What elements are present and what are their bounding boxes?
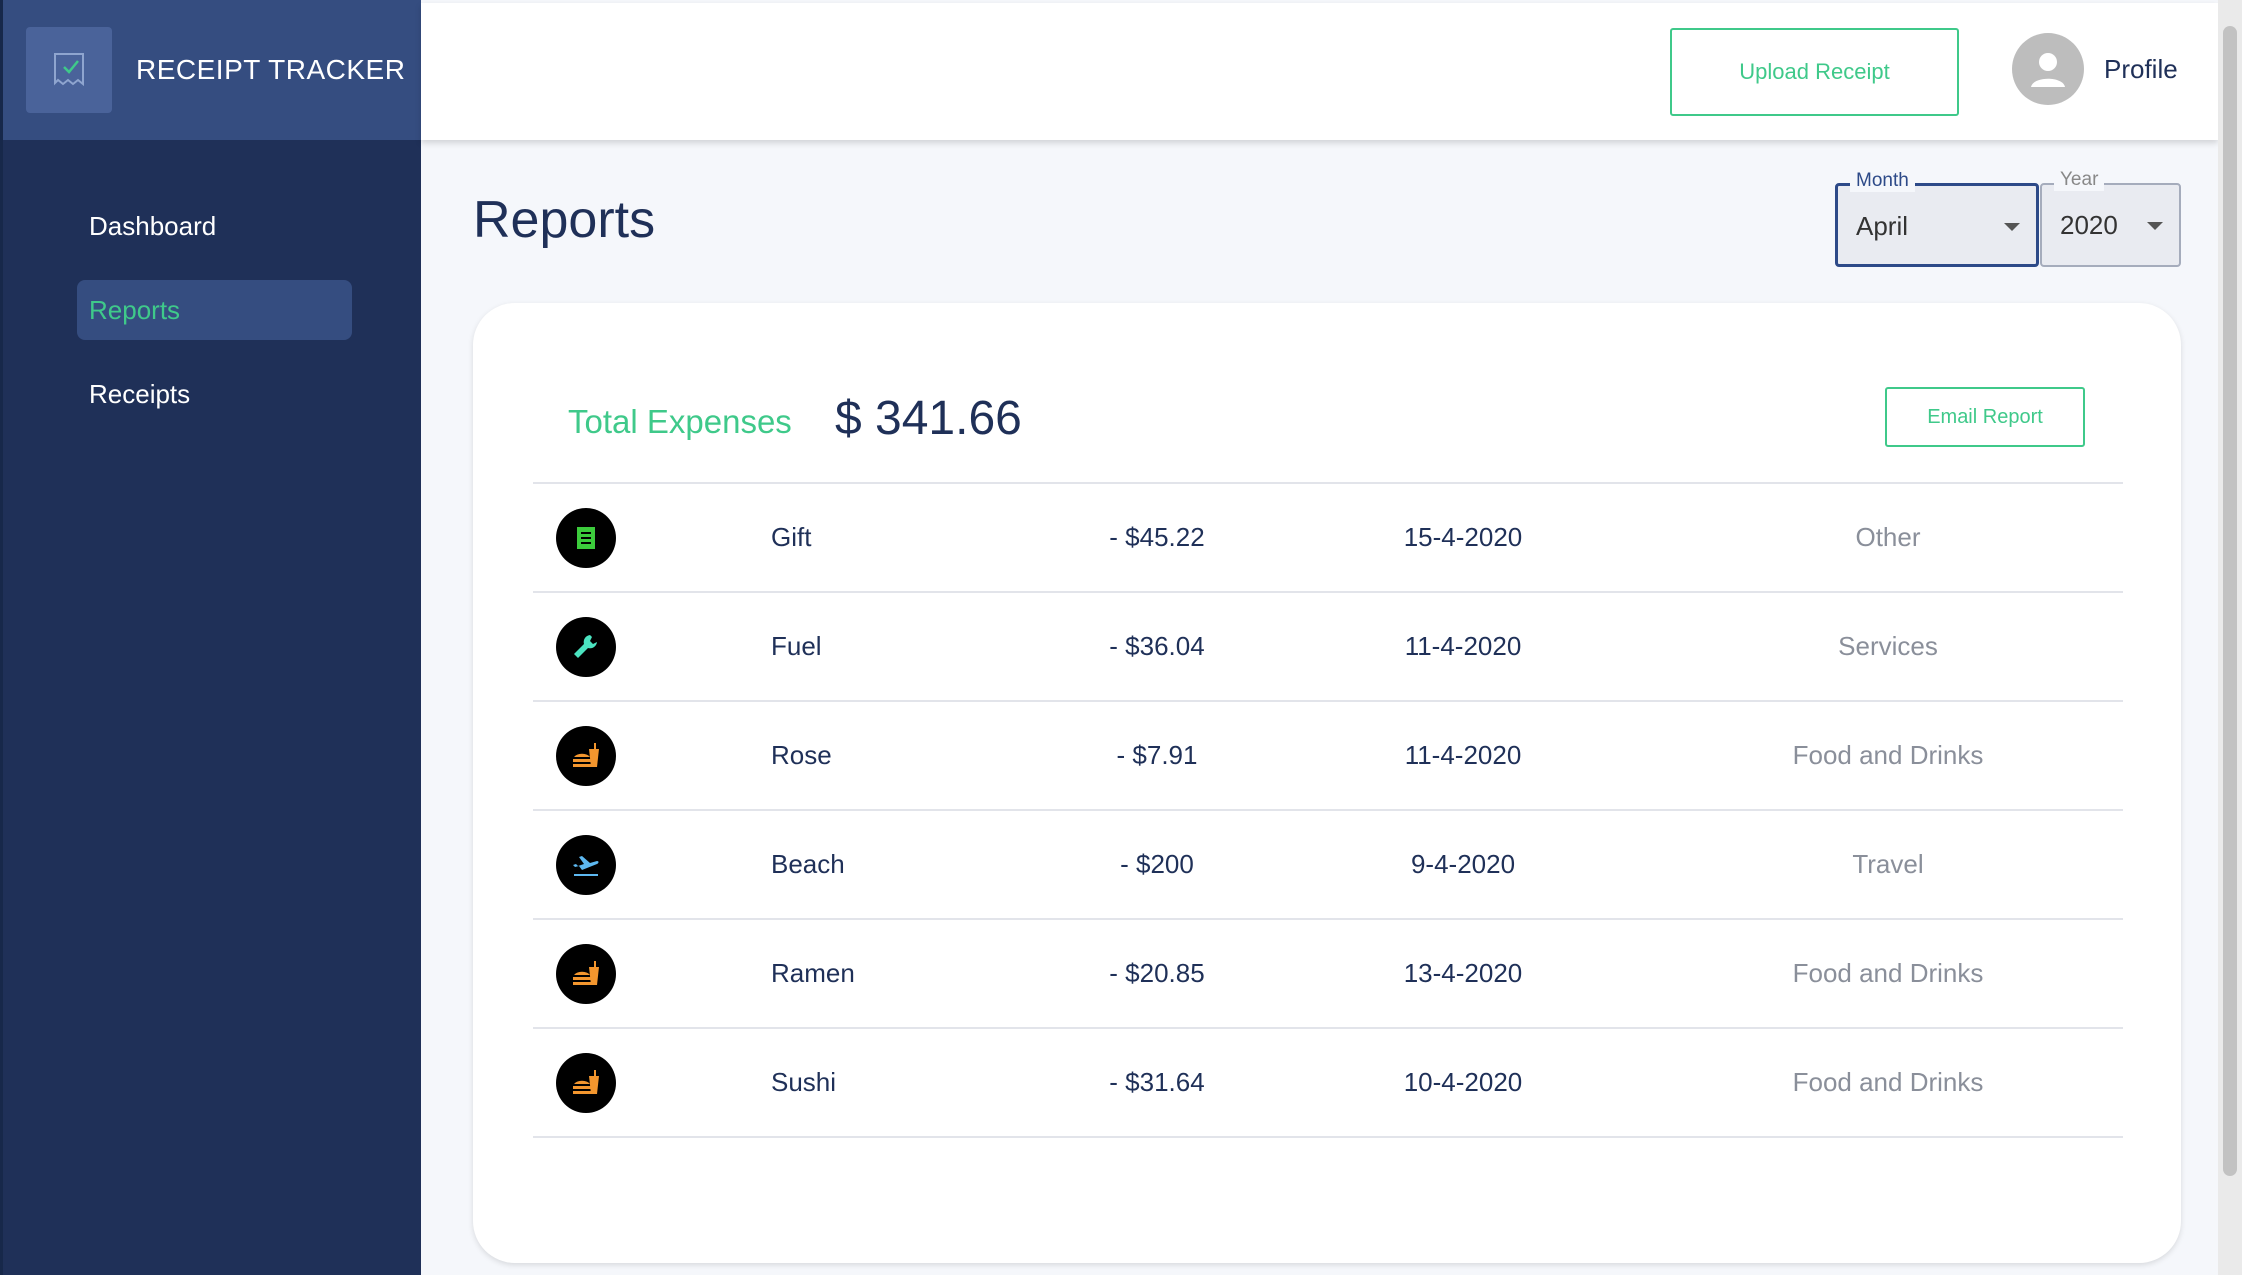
- receipt-amount: - $200: [1120, 849, 1194, 879]
- profile-label[interactable]: Profile: [2104, 54, 2178, 85]
- receipt-amount: - $20.85: [1109, 958, 1205, 988]
- page-title: Reports: [473, 191, 656, 249]
- scrollbar-thumb[interactable]: [2223, 26, 2237, 1176]
- sidebar: RECEIPT TRACKER Dashboard Reports Receip…: [0, 0, 421, 1275]
- avatar-icon[interactable]: [2012, 33, 2084, 105]
- receipt-name: Sushi: [771, 1067, 837, 1097]
- receipt-name: Beach: [771, 849, 845, 879]
- sidebar-item-receipts[interactable]: Receipts: [77, 364, 352, 424]
- table-row[interactable]: Ramen - $20.85 13-4-2020 Food and Drinks: [533, 920, 2123, 1029]
- receipt-date: 10-4-2020: [1403, 1067, 1523, 1097]
- receipt-name: Ramen: [771, 958, 855, 988]
- receipt-name: Rose: [771, 740, 832, 770]
- receipt-amount: - $7.91: [1116, 740, 1198, 770]
- upload-receipt-button[interactable]: Upload Receipt: [1670, 28, 1959, 116]
- month-select-legend: Month: [1850, 170, 1915, 192]
- receipt-date: 11-4-2020: [1404, 740, 1522, 770]
- year-select-value[interactable]: 2020: [2060, 210, 2118, 241]
- receipt-logo-icon[interactable]: [26, 27, 112, 113]
- receipt-amount: - $36.04: [1109, 631, 1205, 661]
- receipt-date: 15-4-2020: [1403, 522, 1523, 552]
- brand-bar: RECEIPT TRACKER: [3, 0, 421, 140]
- year-select[interactable]: Year 2020: [2040, 169, 2181, 267]
- profile-menu[interactable]: Profile: [2012, 33, 2178, 105]
- receipt-name: Fuel: [771, 631, 822, 661]
- total-expenses-label: Total Expenses: [568, 403, 792, 440]
- receipt-category: Food and Drinks: [1792, 958, 1984, 988]
- sidebar-item-reports[interactable]: Reports: [77, 280, 352, 340]
- wrench-icon: [556, 617, 616, 677]
- receipt-date: 9-4-2020: [1410, 849, 1516, 879]
- sidebar-item-dashboard[interactable]: Dashboard: [77, 196, 352, 256]
- receipt-date: 13-4-2020: [1403, 958, 1523, 988]
- email-report-button[interactable]: Email Report: [1885, 387, 2085, 447]
- food-icon: [556, 1053, 616, 1113]
- receipt-amount: - $31.64: [1109, 1067, 1205, 1097]
- flight-icon: [556, 835, 616, 895]
- receipt-category: Food and Drinks: [1792, 740, 1984, 770]
- chevron-down-icon[interactable]: [2004, 223, 2020, 231]
- total-expenses-value: $ 341.66: [835, 392, 1022, 445]
- month-select-value[interactable]: April: [1856, 211, 1908, 242]
- table-row[interactable]: Gift - $45.22 15-4-2020 Other: [533, 484, 2123, 593]
- receipt-amount: - $45.22: [1109, 522, 1205, 552]
- receipt-category: Other: [1855, 522, 1921, 552]
- sidebar-nav: Dashboard Reports Receipts: [3, 140, 421, 424]
- table-row[interactable]: Rose - $7.91 11-4-2020 Food and Drinks: [533, 702, 2123, 811]
- receipt-category: Food and Drinks: [1792, 1067, 1984, 1097]
- table-row[interactable]: Beach - $200 9-4-2020 Travel: [533, 811, 2123, 920]
- food-icon: [556, 726, 616, 786]
- expenses-card: Total Expenses $ 341.66 Email Report Gif…: [473, 303, 2181, 1263]
- table-row[interactable]: Sushi - $31.64 10-4-2020 Food and Drinks: [533, 1029, 2123, 1138]
- receipt-category: Services: [1838, 631, 1938, 661]
- scrollbar[interactable]: [2218, 0, 2242, 1275]
- top-bar: Upload Receipt Profile: [421, 3, 2218, 140]
- receipt-category: Travel: [1852, 849, 1924, 879]
- receipt-icon: [556, 508, 616, 568]
- app-title: RECEIPT TRACKER: [136, 54, 406, 85]
- table-row[interactable]: Fuel - $36.04 11-4-2020 Services: [533, 593, 2123, 702]
- food-icon: [556, 944, 616, 1004]
- month-select[interactable]: Month April: [1835, 170, 2039, 267]
- year-select-legend: Year: [2054, 169, 2105, 191]
- receipt-name: Gift: [771, 522, 812, 552]
- chevron-down-icon[interactable]: [2147, 222, 2163, 230]
- receipts-table: Gift - $45.22 15-4-2020 Other Fuel - $36…: [533, 482, 2123, 1138]
- receipt-date: 11-4-2020: [1404, 631, 1522, 661]
